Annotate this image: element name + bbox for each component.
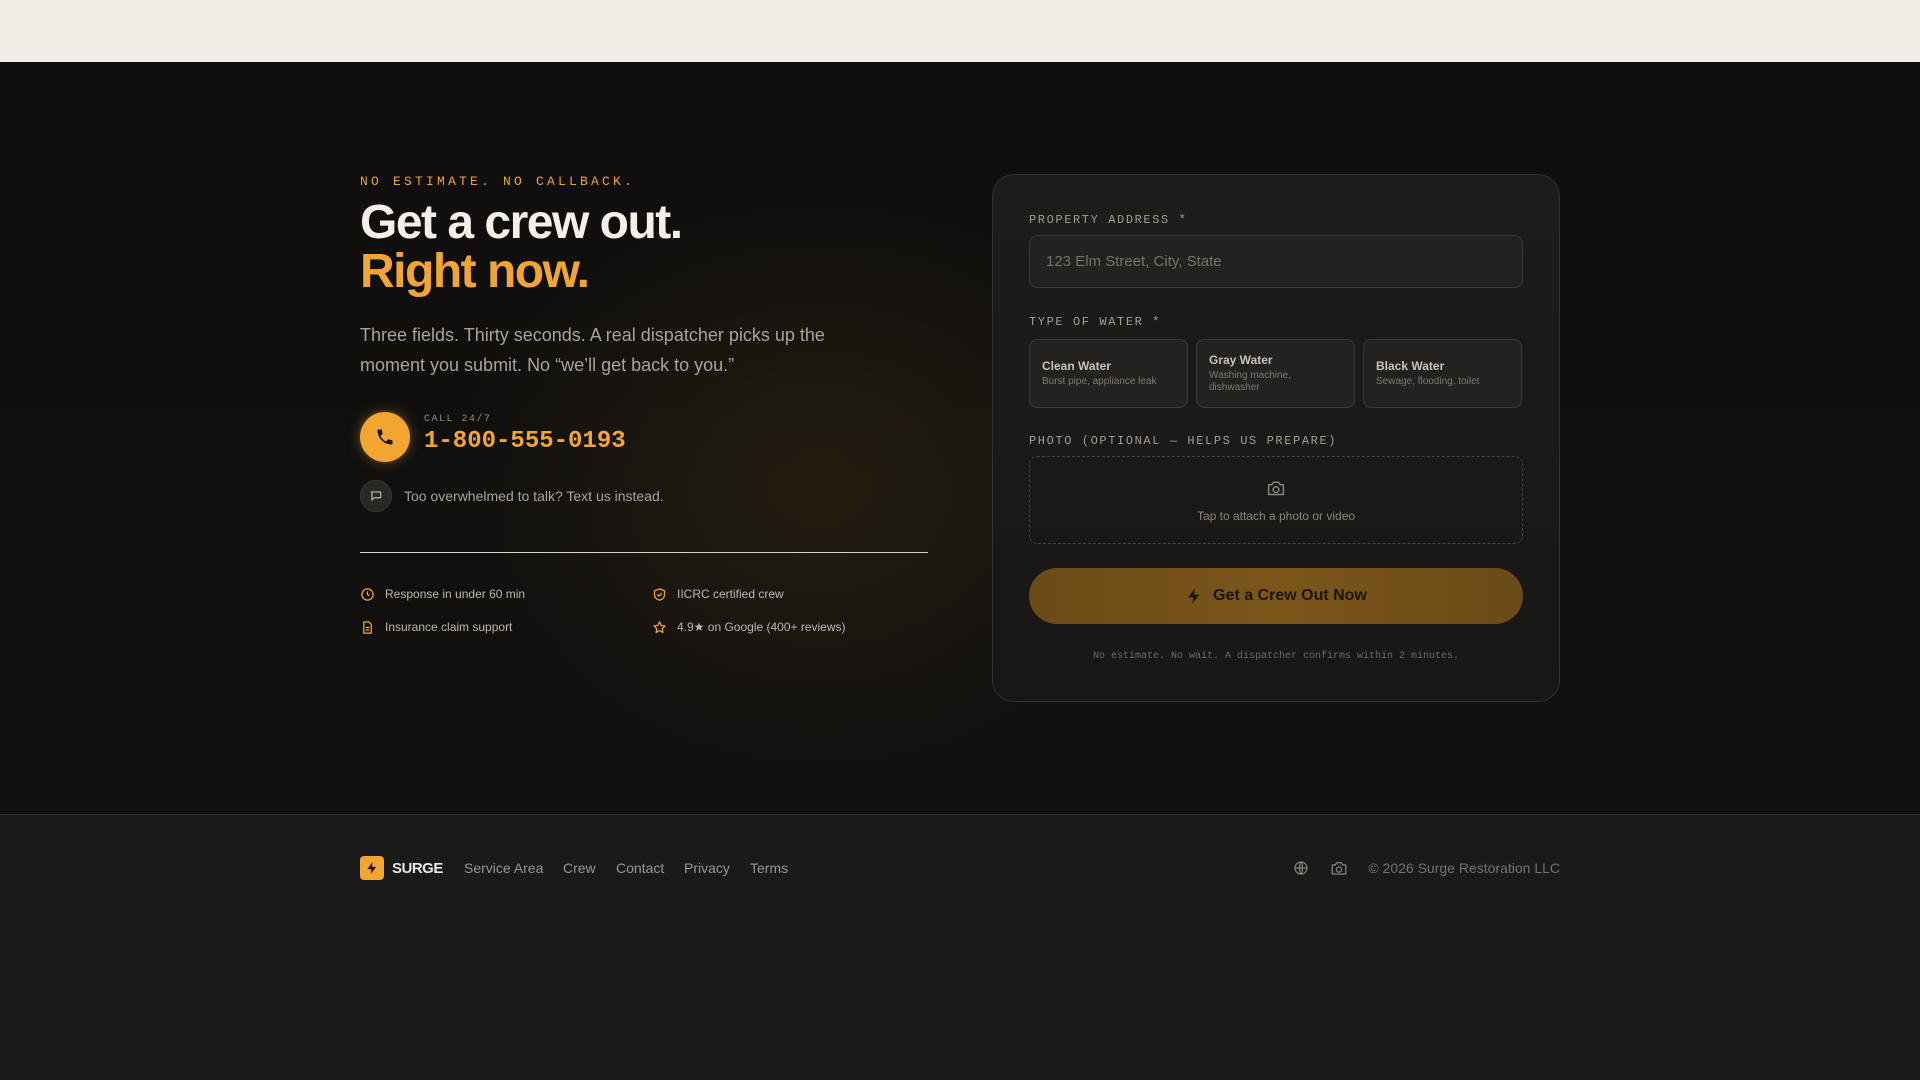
water-option-black[interactable]: Black Water Sewage, flooding, toilet xyxy=(1363,339,1522,408)
camera-icon[interactable] xyxy=(1330,859,1348,877)
lightning-icon xyxy=(360,856,384,880)
water-option-desc: Burst pipe, appliance leak xyxy=(1042,376,1157,387)
water-option-title: Gray Water xyxy=(1209,353,1273,367)
water-type-label: TYPE OF WATER * xyxy=(1029,315,1162,329)
clock-icon xyxy=(361,588,374,601)
dispatch-form: PROPERTY ADDRESS * TYPE OF WATER * Clean… xyxy=(992,174,1560,702)
camera-icon xyxy=(1267,481,1285,496)
divider xyxy=(360,552,928,553)
feature-label: 4.9★ on Google (400+ reviews) xyxy=(677,620,846,634)
address-label: PROPERTY ADDRESS * xyxy=(1029,213,1188,227)
brand-logo[interactable]: SURGE xyxy=(360,856,450,880)
water-option-title: Black Water xyxy=(1376,359,1445,373)
call-label: CALL 24/7 xyxy=(424,414,492,425)
water-option-clean[interactable]: Clean Water Burst pipe, appliance leak xyxy=(1029,339,1188,408)
address-input[interactable] xyxy=(1029,235,1523,288)
get-crew-button-label: Get a Crew Out Now xyxy=(1213,587,1367,604)
water-option-desc: Washing machine, dishwasher xyxy=(1209,370,1291,393)
water-option-desc: Sewage, flooding, toilet xyxy=(1376,376,1480,387)
text-us-link[interactable]: Too overwhelmed to talk? Text us instead… xyxy=(360,480,760,512)
headline-line-1: Get a crew out. xyxy=(360,196,683,249)
hero-eyebrow: NO ESTIMATE. NO CALLBACK. xyxy=(360,174,636,189)
hero-subtext: Three fields. Thirty seconds. A real dis… xyxy=(360,325,825,375)
water-option-gray[interactable]: Gray Water Washing machine, dishwasher xyxy=(1196,339,1355,408)
photo-upload-hint: Tap to attach a photo or video xyxy=(1196,509,1356,523)
footer-link-crew[interactable]: Crew xyxy=(563,860,596,876)
call-block: CALL 24/7 1-800-555-0193 xyxy=(360,412,760,462)
chat-bubble-icon xyxy=(360,480,392,512)
star-icon xyxy=(653,621,666,634)
footer-link-privacy[interactable]: Privacy xyxy=(684,860,730,876)
brand-name: SURGE xyxy=(392,860,443,877)
globe-icon[interactable] xyxy=(1292,859,1310,877)
hero-section: NO ESTIMATE. NO CALLBACK. Get a crew out… xyxy=(0,62,1920,814)
feature-label: Insurance claim support xyxy=(385,620,513,634)
phone-icon xyxy=(377,429,393,445)
photo-upload-area[interactable]: Tap to attach a photo or video xyxy=(1029,456,1523,544)
water-option-title: Clean Water xyxy=(1042,359,1111,373)
photo-label: PHOTO (OPTIONAL — HELPS US PREPARE) xyxy=(1029,434,1338,448)
footer-link-terms[interactable]: Terms xyxy=(750,860,788,876)
hero-headline: Get a crew out. Right now. xyxy=(360,196,683,298)
get-crew-button[interactable]: Get a Crew Out Now xyxy=(1029,568,1523,624)
call-button[interactable] xyxy=(360,412,410,462)
phone-number-link[interactable]: 1-800-555-0193 xyxy=(424,428,626,455)
shield-check-icon xyxy=(653,588,666,601)
text-us-label: Too overwhelmed to talk? Text us instead… xyxy=(404,488,664,504)
document-icon xyxy=(363,621,372,634)
footer-link-service-area[interactable]: Service Area xyxy=(464,860,543,876)
lightning-icon xyxy=(1188,588,1200,604)
form-note: No estimate. No wait. A dispatcher confi… xyxy=(1092,651,1460,662)
feature-label: Response in under 60 min xyxy=(385,587,526,601)
top-banner xyxy=(0,0,1920,62)
copyright: © 2026 Surge Restoration LLC xyxy=(1368,860,1560,876)
feature-label: IICRC certified crew xyxy=(677,587,784,601)
headline-line-2: Right now. xyxy=(360,245,590,298)
footer-link-contact[interactable]: Contact xyxy=(616,860,664,876)
footer: SURGE Service Area Crew Contact Privacy … xyxy=(0,814,1920,1080)
